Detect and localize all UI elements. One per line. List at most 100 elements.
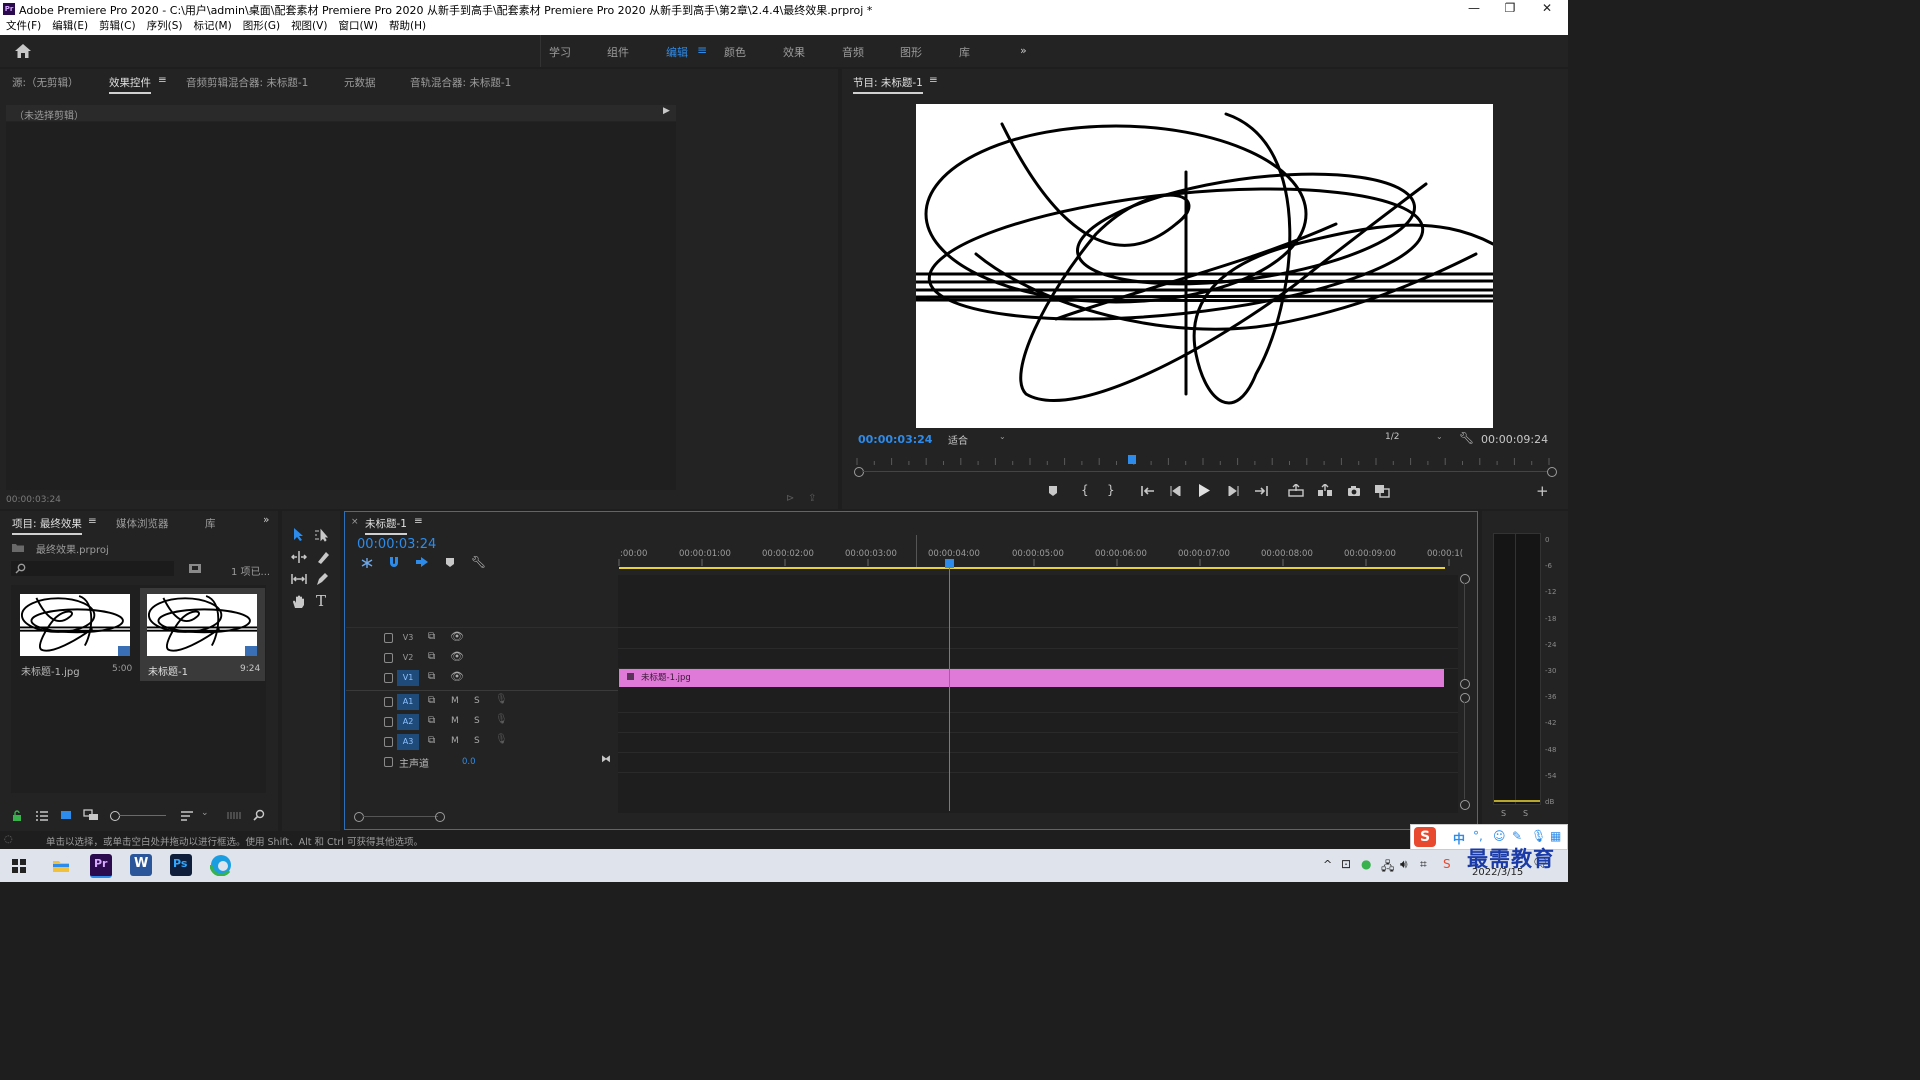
track-lock-icon[interactable] — [384, 757, 393, 767]
word-taskbar-icon[interactable]: W — [130, 854, 152, 876]
more-panels-icon[interactable]: » — [263, 514, 269, 526]
mute-track-button[interactable]: M — [451, 716, 459, 726]
track-name[interactable]: V2 — [397, 650, 419, 666]
toggle-output-eye-icon[interactable]: 👁︎ — [450, 630, 464, 643]
project-menu-icon[interactable]: ≡ — [88, 515, 97, 527]
horizontal-zoom-handle[interactable] — [354, 812, 364, 822]
automate-to-sequence-icon[interactable] — [227, 810, 241, 820]
solo-track-button[interactable]: S — [474, 716, 480, 726]
sogou-logo-icon[interactable]: S — [1414, 827, 1436, 847]
vertical-zoom-handle[interactable] — [1460, 679, 1470, 689]
restore-button[interactable]: ❐ — [1496, 1, 1524, 15]
track-name[interactable]: V1 — [397, 670, 419, 686]
menu-file[interactable]: 文件(F) — [6, 18, 41, 35]
button-editor-plus-icon[interactable]: + — [1536, 482, 1549, 500]
expand-timeline-icon[interactable]: ▶ — [663, 106, 670, 116]
timeline-timecode[interactable]: 00:00:03:24 — [357, 537, 436, 552]
chevron-down-icon[interactable]: ⌄ — [201, 808, 209, 818]
vertical-zoom-handle[interactable] — [1460, 800, 1470, 810]
extract-icon[interactable] — [1317, 484, 1333, 497]
freeform-view-icon[interactable] — [83, 809, 99, 821]
track-name[interactable]: A1 — [397, 694, 419, 710]
play-icon[interactable] — [1198, 484, 1210, 497]
panel-menu-icon[interactable]: ≡ — [158, 74, 167, 86]
track-lock-icon[interactable] — [384, 633, 393, 643]
meter-solo-left-button[interactable]: S — [1501, 809, 1506, 818]
tray-app-icon[interactable]: ⊡ — [1341, 857, 1351, 871]
thumbnail-zoom-slider-handle[interactable] — [110, 811, 120, 821]
horizontal-scrollbar[interactable] — [363, 816, 438, 817]
go-to-in-icon[interactable] — [1141, 485, 1155, 497]
vertical-zoom-handle[interactable] — [1460, 693, 1470, 703]
horizontal-zoom-handle[interactable] — [435, 812, 445, 822]
tab-effect-controls[interactable]: 效果控件 — [109, 75, 151, 94]
nest-sequence-icon[interactable] — [360, 557, 374, 569]
workspace-assembly[interactable]: 组件 — [607, 44, 629, 60]
toggle-output-eye-icon[interactable]: 👁︎ — [450, 670, 464, 683]
timeline-playhead-line[interactable] — [948, 568, 950, 811]
track-name[interactable]: A3 — [397, 734, 419, 750]
file-explorer-icon[interactable] — [52, 858, 70, 873]
workspace-menu-icon[interactable]: ≡ — [697, 43, 707, 57]
tab-project[interactable]: 项目: 最终效果 — [12, 516, 82, 535]
program-current-time[interactable]: 00:00:03:24 — [858, 433, 932, 446]
premiere-taskbar-icon[interactable]: Pr — [90, 854, 112, 878]
mute-track-button[interactable]: M — [451, 696, 459, 706]
track-lock-icon[interactable] — [384, 653, 393, 663]
add-marker-icon[interactable] — [445, 557, 455, 568]
step-forward-icon[interactable] — [1227, 486, 1239, 496]
sogou-tray-icon[interactable]: S — [1443, 857, 1451, 871]
toggle-sync-lock-icon[interactable]: ⧉ — [428, 631, 435, 642]
master-volume-value[interactable]: 0.0 — [462, 757, 476, 767]
tab-source[interactable]: 源:（无剪辑） — [12, 75, 79, 90]
project-item[interactable]: 未标题-1.jpg 5:00 — [14, 588, 136, 681]
pen-tool-icon[interactable] — [315, 572, 329, 586]
tab-audio-clip-mixer[interactable]: 音频剪辑混合器: 未标题-1 — [186, 75, 308, 90]
meter-solo-right-button[interactable]: S — [1523, 809, 1528, 818]
vertical-zoom-handle[interactable] — [1460, 574, 1470, 584]
project-item[interactable]: 未标题-1 9:24 — [140, 588, 265, 681]
program-menu-icon[interactable]: ≡ — [929, 74, 938, 86]
linked-selection-icon[interactable] — [415, 556, 429, 569]
tab-sequence[interactable]: 未标题-1 — [365, 516, 407, 535]
ripple-edit-tool-icon[interactable] — [291, 550, 307, 564]
icon-view-icon[interactable] — [60, 809, 72, 821]
tab-libraries[interactable]: 库 — [205, 516, 216, 531]
program-mini-ruler[interactable] — [855, 456, 1551, 470]
go-to-out-icon[interactable] — [1254, 485, 1268, 497]
volume-icon[interactable]: 🔊︎ — [1400, 857, 1408, 872]
close-sequence-icon[interactable]: × — [351, 517, 359, 527]
photoshop-taskbar-icon[interactable]: Ps — [170, 854, 192, 876]
track-lock-icon[interactable] — [384, 673, 393, 683]
toggle-sync-lock-icon[interactable]: ⧉ — [428, 695, 435, 706]
selection-tool-icon[interactable] — [292, 527, 306, 542]
workspace-learn[interactable]: 学习 — [549, 44, 571, 60]
menu-edit[interactable]: 编辑(E) — [52, 18, 88, 35]
edge-taskbar-icon[interactable] — [209, 854, 232, 877]
toggle-sync-lock-icon[interactable]: ⧉ — [428, 651, 435, 662]
zoom-dropdown[interactable]: 适合 ⌄ — [943, 431, 1011, 447]
voice-over-mic-icon[interactable]: 🎙︎ — [495, 734, 508, 745]
toggle-output-eye-icon[interactable]: 👁︎ — [450, 650, 464, 663]
track-lock-icon[interactable] — [384, 717, 393, 727]
minimize-button[interactable]: — — [1460, 1, 1488, 15]
timeline-settings-wrench-icon[interactable]: 🔧︎ — [471, 555, 486, 569]
toggle-sync-lock-icon[interactable]: ⧉ — [428, 715, 435, 726]
more-workspaces-icon[interactable]: » — [1020, 44, 1027, 57]
ime-voice-icon[interactable]: 🎙︎ — [1531, 829, 1546, 843]
track-lock-icon[interactable] — [384, 697, 393, 707]
type-tool-icon[interactable]: T — [316, 592, 326, 610]
menu-view[interactable]: 视图(V) — [291, 18, 327, 35]
workspace-color[interactable]: 颜色 — [724, 44, 746, 60]
step-back-icon[interactable] — [1170, 486, 1182, 496]
resolution-dropdown[interactable]: 1/2 ⌄ — [1380, 431, 1448, 445]
track-lock-icon[interactable] — [384, 737, 393, 747]
list-view-icon[interactable] — [35, 810, 49, 821]
menu-sequence[interactable]: 序列(S) — [147, 18, 183, 35]
network-icon[interactable]: 🖧︎ — [1381, 857, 1394, 878]
menu-clip[interactable]: 剪辑(C) — [99, 18, 136, 35]
ime-toolbox-icon[interactable]: ▦ — [1550, 829, 1561, 843]
tray-overflow-icon[interactable]: ^ — [1323, 858, 1332, 871]
go-to-end-icon[interactable]: ⧓ — [601, 754, 611, 765]
ime-skin-icon[interactable]: ✎ — [1512, 829, 1522, 843]
